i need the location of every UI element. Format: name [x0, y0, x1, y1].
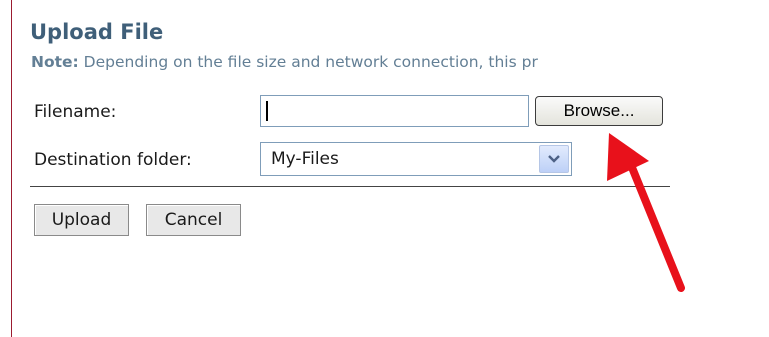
filename-input[interactable] — [260, 95, 529, 127]
note-body: Depending on the file size and network c… — [78, 53, 538, 71]
form-divider — [30, 186, 670, 187]
text-caret — [266, 101, 268, 121]
upload-button[interactable]: Upload — [34, 204, 129, 236]
browse-button[interactable]: Browse... — [535, 96, 663, 126]
chevron-down-icon[interactable] — [539, 145, 569, 173]
page-title: Upload File — [30, 20, 164, 44]
note-text: Note: Depending on the file size and net… — [31, 53, 538, 71]
destination-folder-value: My-Files — [271, 149, 339, 169]
left-border-line — [11, 0, 12, 337]
destination-folder-label: Destination folder: — [34, 150, 192, 170]
filename-label: Filename: — [34, 102, 117, 122]
upload-file-page: Upload File Note: Depending on the file … — [0, 0, 769, 337]
destination-folder-select[interactable]: My-Files — [260, 142, 572, 176]
cancel-button[interactable]: Cancel — [146, 204, 241, 236]
note-label: Note: — [31, 53, 79, 71]
red-arrow-icon — [607, 133, 685, 292]
